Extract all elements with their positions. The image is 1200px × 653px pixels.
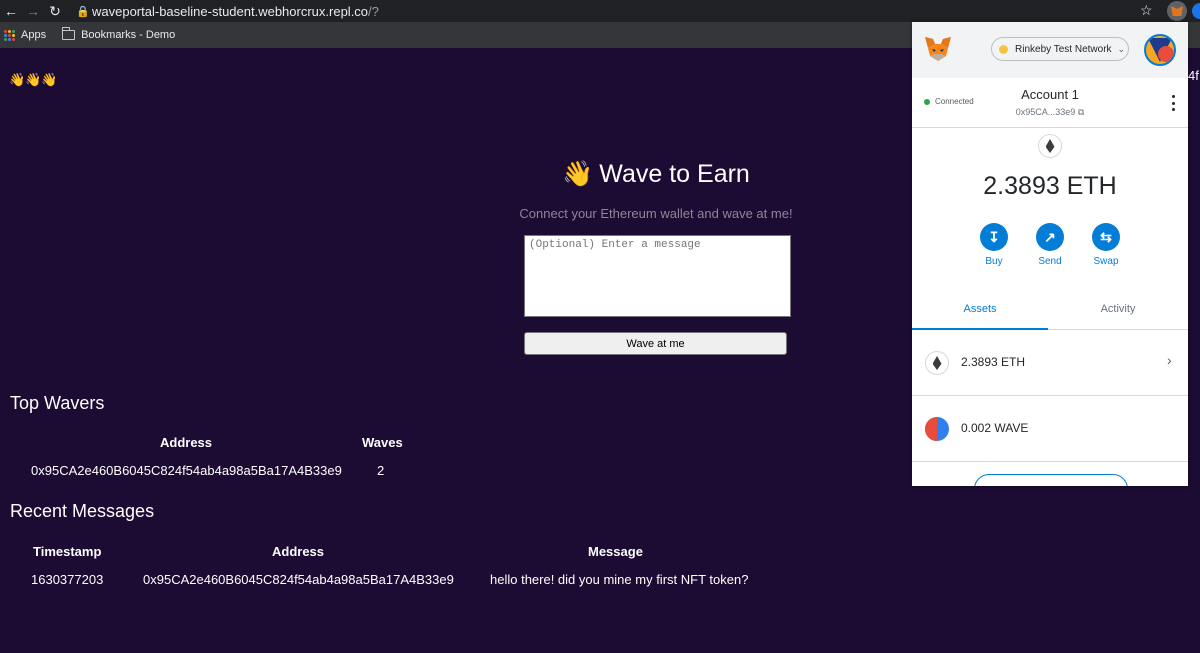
header-waves: 👋👋👋 <box>9 72 58 87</box>
connected-dot-icon <box>924 98 930 105</box>
bookmark-star-icon[interactable]: ☆ <box>1140 2 1153 19</box>
eth-logo-icon <box>1038 134 1062 158</box>
eth-token-icon <box>925 351 949 375</box>
lock-icon: 🔒 <box>76 5 90 18</box>
connection-status-label: Connected <box>935 97 974 106</box>
account-address[interactable]: 0x95CA...33e9 ⧉ <box>992 107 1108 118</box>
account-bar: Connected Account 1 0x95CA...33e9 ⧉ <box>912 78 1188 128</box>
metamask-extension-icon[interactable] <box>1167 1 1187 21</box>
connection-status[interactable]: Connected <box>924 97 974 106</box>
account-balance: 2.3893 ETH <box>983 172 1117 200</box>
swap-icon: ⇆ <box>1092 223 1120 251</box>
recent-messages-heading: Recent Messages <box>10 501 155 521</box>
buy-label: Buy <box>985 256 1003 267</box>
bookmark-folder-demo[interactable]: Bookmarks - Demo <box>61 27 176 41</box>
message-address: 0x95CA2e460B6045C824f54ab4a98a5Ba17A4B33… <box>143 572 454 587</box>
wave-token-icon <box>925 417 949 441</box>
network-selector[interactable]: Rinkeby Test Network ⌄ <box>991 37 1129 61</box>
back-icon[interactable]: ← <box>0 0 22 22</box>
waver-count: 2 <box>377 463 385 478</box>
col-header-address: Address <box>160 435 213 450</box>
bookmark-apps[interactable]: Apps <box>4 29 46 41</box>
chevron-down-icon: ⌄ <box>1117 43 1126 54</box>
title-text: Wave to Earn <box>599 160 750 188</box>
asset-row-eth[interactable]: 2.3893 ETH › <box>912 330 1188 396</box>
clipped-text: 4f <box>1188 68 1199 83</box>
metamask-header: Rinkeby Test Network ⌄ <box>912 22 1188 78</box>
metamask-popup: Rinkeby Test Network ⌄ Connected Account… <box>912 22 1188 486</box>
tab-activity[interactable]: Activity <box>1050 294 1186 330</box>
network-name: Rinkeby Test Network <box>1015 43 1112 55</box>
message-timestamp: 1630377203 <box>31 572 104 587</box>
send-label: Send <box>1038 256 1062 267</box>
message-text: hello there! did you mine my first NFT t… <box>490 572 749 587</box>
page-subtitle: Connect your Ethereum wallet and wave at… <box>519 206 793 221</box>
tab-assets[interactable]: Assets <box>912 294 1048 330</box>
account-address-text: 0x95CA...33e9 <box>1015 107 1076 117</box>
metamask-fox-icon <box>925 37 951 61</box>
swap-label: Swap <box>1093 256 1119 267</box>
asset-label: 0.002 WAVE <box>961 421 1029 435</box>
send-button[interactable]: ↗ Send <box>1030 223 1070 267</box>
address-bar[interactable]: 🔒 waveportal-baseline-student.webhorcrux… <box>74 0 1164 22</box>
chevron-right-icon: › <box>1167 352 1172 368</box>
top-wavers-heading: Top Wavers <box>10 393 105 413</box>
message-input[interactable] <box>524 235 791 317</box>
wave-button[interactable]: Wave at me <box>524 332 787 355</box>
account-options-icon[interactable] <box>1168 95 1178 111</box>
asset-row-wave[interactable]: 0.002 WAVE <box>912 396 1188 462</box>
folder-icon <box>61 27 76 40</box>
apps-grid-icon <box>4 29 15 41</box>
col-header-message: Message <box>588 544 643 559</box>
account-name: Account 1 <box>1021 87 1079 102</box>
url-host: waveportal-baseline-student.webhorcrux.r… <box>92 3 369 19</box>
arrow-up-right-icon: ↗ <box>1036 223 1064 251</box>
col-header-timestamp: Timestamp <box>33 544 102 559</box>
col-header-address: Address <box>272 544 325 559</box>
copy-icon: ⧉ <box>1077 107 1085 117</box>
buy-button[interactable]: ↧ Buy <box>974 223 1014 267</box>
account-avatar[interactable] <box>1144 34 1176 66</box>
swap-button[interactable]: ⇆ Swap <box>1086 223 1126 267</box>
forward-icon[interactable]: → <box>22 0 44 22</box>
asset-label: 2.3893 ETH <box>961 355 1026 369</box>
wave-emoji: 👋 <box>562 160 594 188</box>
col-header-waves: Waves <box>362 435 403 450</box>
import-tokens-button[interactable] <box>974 474 1128 486</box>
asset-tabs: Assets Activity <box>912 294 1188 330</box>
url-path: /? <box>368 3 379 19</box>
bookmark-label: Bookmarks - Demo <box>81 29 176 41</box>
page-title: 👋 Wave to Earn <box>524 160 788 189</box>
network-dot-icon <box>999 44 1008 54</box>
reload-icon[interactable]: ↻ <box>44 0 66 22</box>
bookmark-label: Apps <box>21 29 47 41</box>
download-icon: ↧ <box>980 223 1008 251</box>
waver-address: 0x95CA2e460B6045C824f54ab4a98a5Ba17A4B33… <box>31 463 342 478</box>
